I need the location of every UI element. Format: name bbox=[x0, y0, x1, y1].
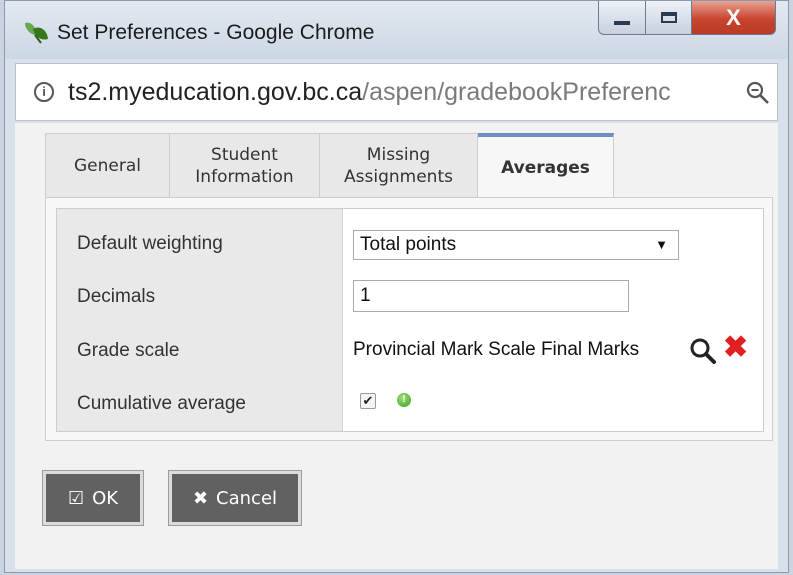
averages-panel: Default weighting Decimals Grade scale C… bbox=[45, 197, 773, 441]
decimals-label: Decimals bbox=[77, 286, 156, 307]
url-text[interactable]: ts2.myeducation.gov.bc.ca/aspen/gradeboo… bbox=[68, 78, 748, 107]
search-icon[interactable] bbox=[689, 337, 717, 365]
cancel-label: Cancel bbox=[216, 487, 278, 509]
grade-scale-value: Provincial Mark Scale Final Marks bbox=[353, 339, 640, 360]
cancel-button[interactable]: ✖ Cancel bbox=[168, 470, 302, 526]
checkbox-edit-icon: ☑ bbox=[67, 487, 85, 509]
browser-window: Set Preferences - Google Chrome X i ts2.… bbox=[4, 0, 789, 573]
default-weighting-label: Default weighting bbox=[77, 233, 223, 254]
grade-scale-label: Grade scale bbox=[77, 340, 180, 361]
window-title: Set Preferences - Google Chrome bbox=[57, 21, 375, 44]
zoom-icon[interactable] bbox=[745, 80, 771, 106]
tab-averages[interactable]: Averages bbox=[478, 133, 614, 199]
dialog-content: General Student Information Missing Assi… bbox=[15, 123, 778, 569]
label-column: Default weighting Decimals Grade scale C… bbox=[57, 209, 343, 431]
close-icon: X bbox=[726, 4, 741, 30]
minimize-icon bbox=[614, 20, 630, 25]
dropdown-arrow-icon: ▼ bbox=[655, 237, 668, 252]
url-host: ts2.myeducation.gov.bc.ca bbox=[68, 78, 363, 106]
title-bar[interactable]: Set Preferences - Google Chrome X bbox=[5, 1, 788, 59]
close-icon: ✖ bbox=[192, 487, 209, 509]
ok-label: OK bbox=[92, 487, 119, 509]
default-weighting-value: Total points bbox=[360, 234, 457, 255]
preference-tabs: General Student Information Missing Assi… bbox=[45, 133, 614, 199]
default-weighting-select[interactable]: Total points ▼ bbox=[353, 230, 679, 260]
tab-missing-assignments[interactable]: Missing Assignments bbox=[320, 133, 478, 197]
close-button[interactable]: X bbox=[692, 1, 776, 35]
maximize-button[interactable] bbox=[646, 1, 692, 35]
maximize-icon bbox=[660, 12, 677, 23]
address-bar[interactable]: i ts2.myeducation.gov.bc.ca/aspen/gradeb… bbox=[15, 63, 778, 121]
cumulative-average-checkbox[interactable]: ✔ bbox=[360, 393, 376, 409]
tab-student-information[interactable]: Student Information bbox=[170, 133, 320, 197]
clear-icon[interactable]: ✖ bbox=[723, 333, 748, 363]
aspen-leaf-icon bbox=[25, 22, 48, 44]
tab-general[interactable]: General bbox=[45, 133, 170, 197]
url-path: /aspen/gradebookPreferenc bbox=[362, 78, 671, 106]
ok-button[interactable]: ☑ OK bbox=[42, 470, 144, 526]
info-icon[interactable]: i bbox=[34, 82, 54, 102]
cumulative-average-label: Cumulative average bbox=[77, 393, 246, 414]
window-controls: X bbox=[598, 1, 776, 39]
averages-form: Default weighting Decimals Grade scale C… bbox=[56, 208, 764, 432]
decimals-input[interactable]: 1 bbox=[353, 280, 629, 312]
minimize-button[interactable] bbox=[598, 1, 646, 35]
info-tip-icon[interactable]: ! bbox=[397, 393, 411, 407]
